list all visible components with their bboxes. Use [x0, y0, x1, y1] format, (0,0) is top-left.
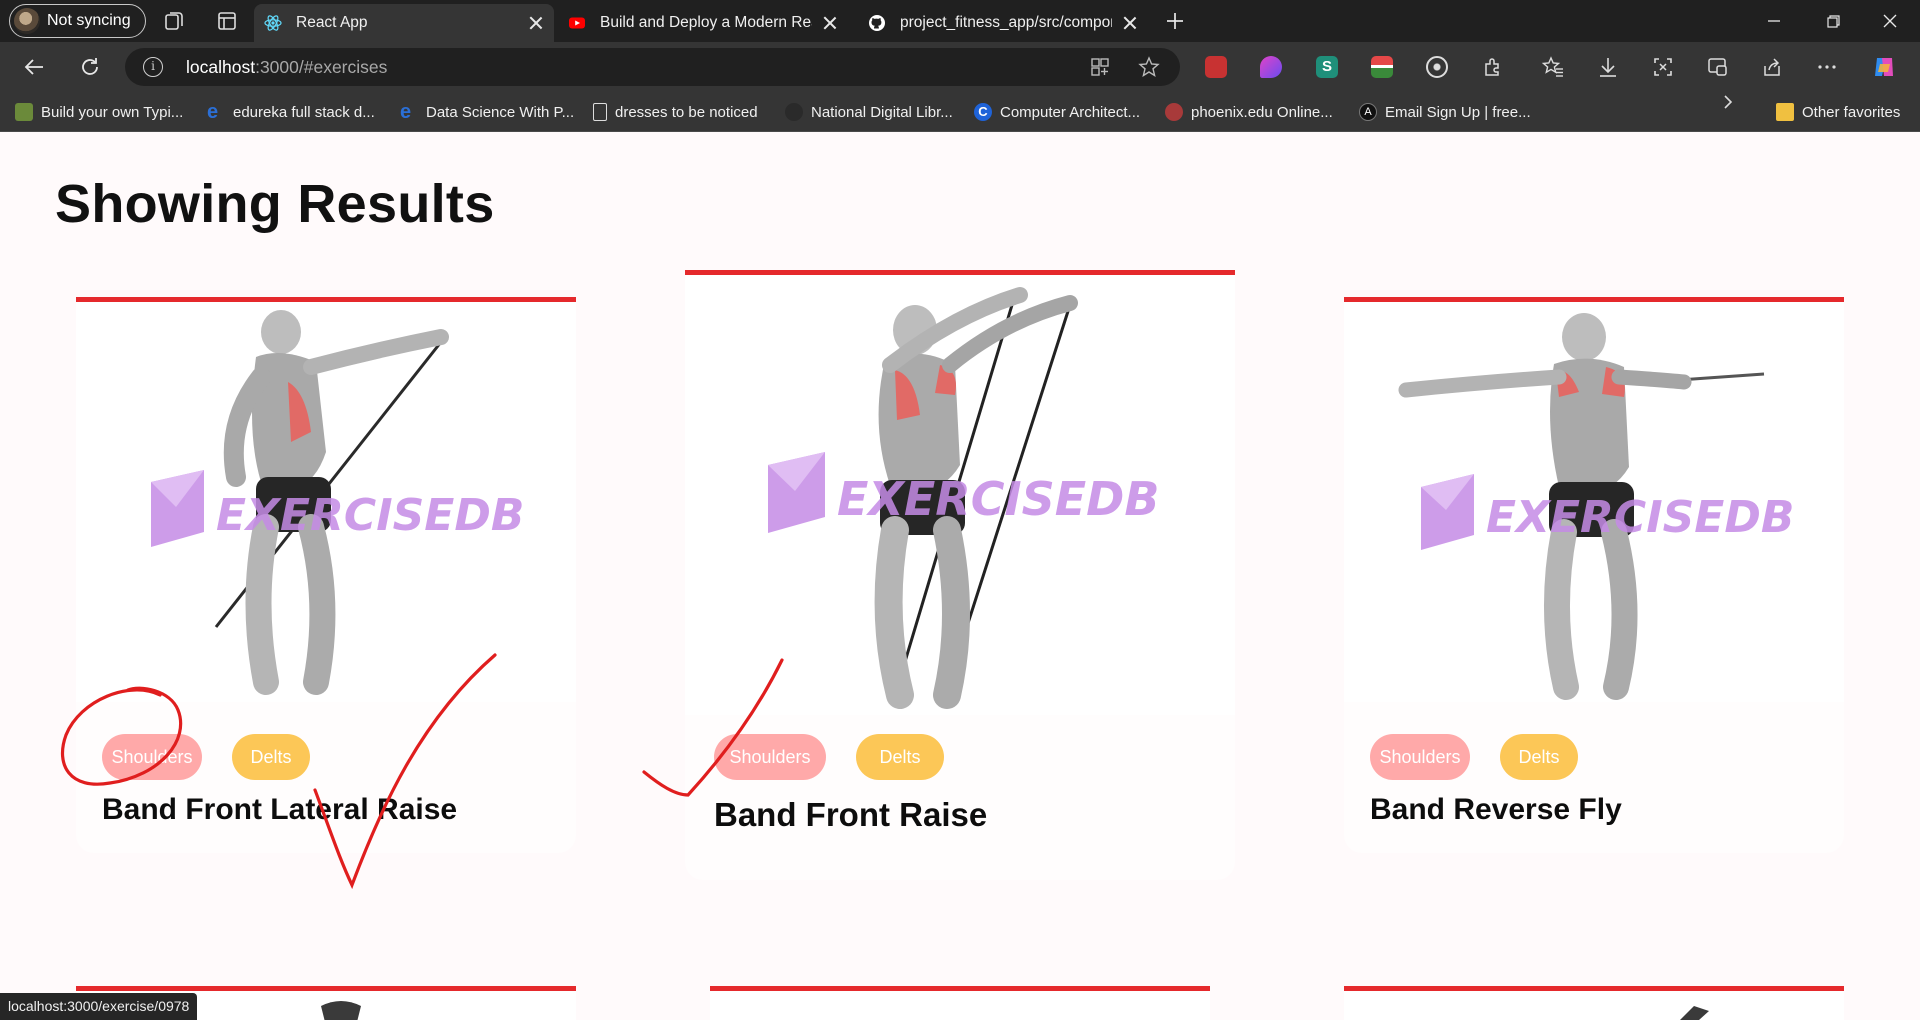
bookmark-item[interactable]: e Data Science With P... — [400, 102, 574, 122]
exercisedb-watermark: EXERCISEDB — [151, 470, 524, 547]
bookmark-item[interactable]: A Email Sign Up | free... — [1359, 102, 1531, 122]
react-icon — [264, 14, 282, 32]
tab-bar: Not syncing React App Build and Deploy a… — [0, 0, 1920, 42]
extension-target-icon[interactable] — [1426, 56, 1448, 78]
exercise-card[interactable] — [1344, 986, 1844, 1020]
tab-title: project_fitness_app/src/componen — [900, 14, 1112, 31]
site-info-icon[interactable]: i — [143, 57, 163, 77]
target-pill[interactable]: Delts — [856, 734, 944, 780]
tab-title: React App — [296, 14, 368, 31]
exercise-image — [1344, 991, 1844, 1020]
folder-icon — [1776, 103, 1794, 121]
share-icon[interactable] — [1759, 54, 1785, 80]
tab-github[interactable]: project_fitness_app/src/componen — [858, 4, 1148, 42]
exercise-image: EXERCISEDB — [76, 302, 576, 702]
copilot-icon[interactable] — [1871, 54, 1897, 80]
other-favorites[interactable]: Other favorites — [1776, 102, 1900, 122]
address-bar[interactable]: i localhost:3000/#exercises — [125, 48, 1180, 86]
close-tab-icon[interactable] — [1122, 15, 1138, 31]
github-icon — [868, 14, 886, 32]
exercise-image: EXERCISEDB — [685, 275, 1235, 715]
minimize-icon[interactable] — [1761, 8, 1787, 34]
status-bar-url: localhost:3000/exercise/0978 — [0, 993, 198, 1020]
ndl-icon — [785, 103, 803, 121]
phoenix-icon — [1165, 103, 1183, 121]
favorites-icon[interactable] — [1540, 54, 1566, 80]
refresh-icon[interactable] — [77, 54, 103, 80]
exercise-image: EXERCISEDB — [1344, 302, 1844, 702]
navigation-bar: i localhost:3000/#exercises S — [0, 42, 1920, 92]
bookmark-item[interactable]: C Computer Architect... — [974, 102, 1140, 122]
more-menu-icon[interactable] — [1814, 54, 1840, 80]
workspaces-icon[interactable] — [162, 9, 186, 33]
profile-button[interactable]: Not syncing — [9, 4, 146, 38]
downloads-icon[interactable] — [1595, 54, 1621, 80]
bookmark-item[interactable]: dresses to be noticed — [593, 102, 758, 122]
avatar — [14, 8, 40, 34]
address-url[interactable]: localhost:3000/#exercises — [186, 57, 387, 78]
body-part-pill[interactable]: Shoulders — [102, 734, 202, 780]
profile-label: Not syncing — [47, 12, 131, 29]
watermark-text: EXERCISEDB — [1486, 492, 1794, 543]
watermark-text: EXERCISEDB — [216, 490, 524, 541]
extension-calendar-icon[interactable] — [1371, 56, 1393, 78]
favorite-star-icon[interactable] — [1136, 54, 1162, 80]
tab-actions-icon[interactable] — [215, 9, 239, 33]
edureka-icon: e — [400, 101, 412, 123]
target-pill[interactable]: Delts — [232, 734, 310, 780]
tab-title: Build and Deploy a Modern React — [600, 14, 812, 31]
close-window-icon[interactable] — [1877, 8, 1903, 34]
target-pill[interactable]: Delts — [1500, 734, 1578, 780]
app-available-icon[interactable] — [1087, 54, 1113, 80]
new-tab-icon[interactable] — [1163, 9, 1187, 33]
bookmark-item[interactable]: e edureka full stack d... — [207, 102, 375, 122]
exercise-name: Band Front Raise — [714, 796, 988, 833]
exercise-name: Band Front Lateral Raise — [102, 793, 458, 826]
youtube-icon — [568, 14, 586, 32]
c-icon: C — [974, 103, 992, 121]
edureka-icon: e — [207, 101, 219, 123]
exercise-card[interactable]: EXERCISEDB Shoulders Delts Band Front Ra… — [685, 270, 1235, 880]
a-icon: A — [1359, 103, 1377, 121]
tab-react-app[interactable]: React App — [254, 4, 554, 42]
body-part-pill[interactable]: Shoulders — [714, 734, 826, 780]
back-icon[interactable] — [21, 54, 47, 80]
close-tab-icon[interactable] — [528, 15, 544, 31]
extension-s-icon[interactable]: S — [1316, 56, 1338, 78]
extension-purple-icon[interactable] — [1260, 56, 1282, 78]
bookmark-item[interactable]: phoenix.edu Online... — [1165, 102, 1333, 122]
extension-red-icon[interactable] — [1205, 56, 1227, 78]
exercise-card[interactable]: EXERCISEDB Shoulders Delts Band Front La… — [76, 297, 576, 853]
collections-icon[interactable] — [1704, 54, 1730, 80]
restore-icon[interactable] — [1820, 8, 1846, 34]
bookmark-favicon-icon — [15, 103, 33, 121]
body-part-pill[interactable]: Shoulders — [1370, 734, 1470, 780]
page-icon — [593, 103, 607, 121]
exercise-name: Band Reverse Fly — [1370, 793, 1622, 826]
extensions-puzzle-icon[interactable] — [1480, 54, 1506, 80]
exercise-card[interactable] — [710, 986, 1210, 1020]
favorites-bar: Build your own Typi... e edureka full sta… — [0, 92, 1920, 132]
bookmarks-overflow-icon[interactable] — [1715, 89, 1741, 115]
bookmark-item[interactable]: National Digital Libr... — [785, 102, 953, 122]
exercise-image — [710, 991, 1210, 1020]
close-tab-icon[interactable] — [822, 15, 838, 31]
bookmark-item[interactable]: Build your own Typi... — [15, 102, 183, 122]
screenshot-icon[interactable] — [1650, 54, 1676, 80]
exercises-section: Showing Results EXERCISEDB Shoulders Del… — [0, 133, 1920, 1020]
exercise-card[interactable]: EXERCISEDB Shoulders Delts Band Reverse … — [1344, 297, 1844, 853]
page-title: Showing Results — [55, 174, 495, 234]
tab-youtube[interactable]: Build and Deploy a Modern React — [558, 4, 848, 42]
watermark-text: EXERCISEDB — [837, 472, 1159, 526]
